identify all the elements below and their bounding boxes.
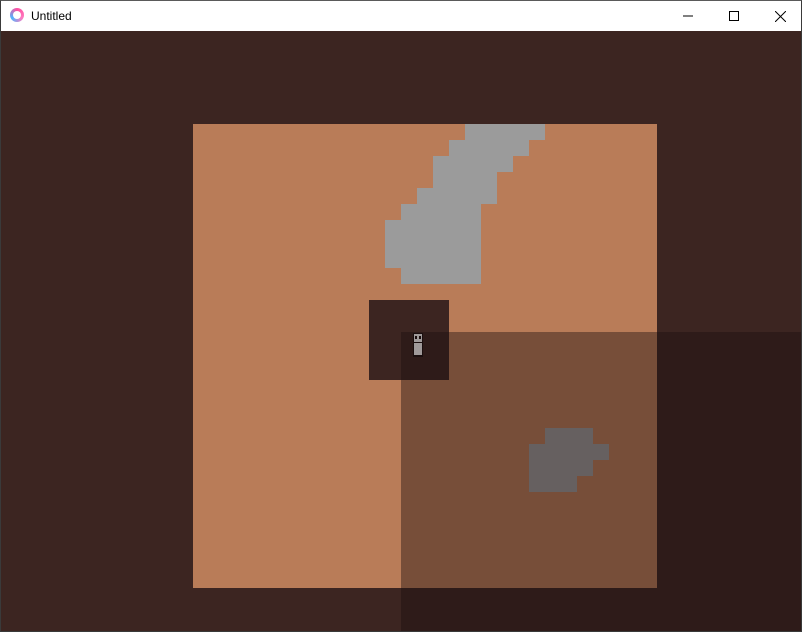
game-viewport[interactable]: [1, 31, 801, 631]
minimize-icon: [683, 15, 693, 17]
app-heart-icon: [10, 8, 24, 22]
shadow-overlay: [401, 332, 801, 631]
close-button[interactable]: [757, 1, 801, 31]
rock-cluster-north: [385, 124, 545, 284]
title-bar[interactable]: Untitled: [1, 1, 801, 31]
maximize-icon: [729, 11, 739, 21]
app-window: Untitled: [0, 0, 802, 632]
close-icon: [774, 10, 786, 22]
window-title: Untitled: [31, 9, 72, 23]
maximize-button[interactable]: [711, 1, 757, 31]
minimize-button[interactable]: [665, 1, 711, 31]
